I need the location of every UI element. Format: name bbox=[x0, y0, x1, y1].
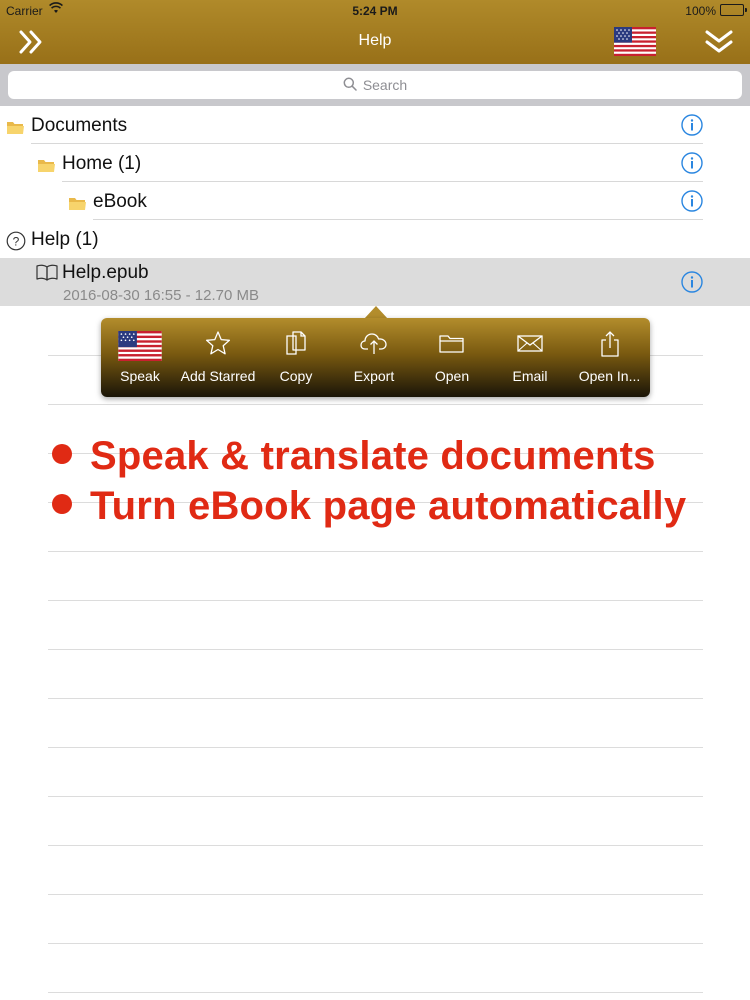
us-flag-icon bbox=[117, 331, 163, 366]
promo-line-1: Speak & translate documents bbox=[52, 434, 656, 479]
info-icon[interactable] bbox=[681, 152, 703, 174]
promo-line-2: Turn eBook page automatically bbox=[52, 484, 686, 529]
question-circle-icon: ? bbox=[6, 231, 26, 256]
email-button[interactable]: Email bbox=[491, 318, 569, 397]
cloud-upload-icon bbox=[360, 330, 388, 361]
export-label: Export bbox=[353, 368, 395, 384]
promo-text-1: Speak & translate documents bbox=[90, 434, 656, 478]
divider-line bbox=[48, 747, 703, 748]
battery-label: 100% bbox=[685, 4, 716, 18]
divider-line bbox=[48, 894, 703, 895]
row-label: Help (1) bbox=[31, 229, 99, 250]
open-in-label: Open In... bbox=[578, 368, 641, 384]
divider-line bbox=[48, 992, 703, 993]
file-name: Help.epub bbox=[62, 262, 149, 283]
email-label: Email bbox=[512, 368, 548, 384]
info-icon[interactable] bbox=[681, 190, 703, 212]
bullet-dot bbox=[52, 444, 72, 465]
open-in-button[interactable]: Open In... bbox=[569, 318, 650, 397]
list-item-home[interactable]: Home (1) bbox=[0, 144, 750, 182]
svg-text:?: ? bbox=[13, 235, 20, 249]
bullet-dot bbox=[52, 494, 72, 515]
file-meta: 2016-08-30 16:55 - 12.70 MB bbox=[63, 287, 259, 304]
header: Carrier 5:24 PM 100% Help bbox=[0, 0, 750, 64]
action-popover: Speak Add Starred Copy Export Open Email… bbox=[101, 318, 650, 397]
share-icon bbox=[597, 330, 623, 363]
star-icon bbox=[205, 330, 231, 361]
add-starred-button[interactable]: Add Starred bbox=[179, 318, 257, 397]
search-bar: Search bbox=[0, 64, 750, 106]
info-icon[interactable] bbox=[681, 271, 703, 293]
divider-line bbox=[48, 943, 703, 944]
row-label: Documents bbox=[31, 115, 128, 136]
divider-line bbox=[48, 649, 703, 650]
search-input[interactable]: Search bbox=[8, 71, 742, 99]
copy-icon bbox=[283, 330, 309, 361]
copy-label: Copy bbox=[279, 368, 313, 384]
divider-line bbox=[48, 796, 703, 797]
folder-open-icon bbox=[438, 330, 466, 361]
search-icon bbox=[343, 77, 357, 94]
status-bar: Carrier 5:24 PM 100% bbox=[0, 0, 750, 22]
speak-label: Speak bbox=[120, 368, 160, 384]
search-placeholder: Search bbox=[362, 77, 408, 93]
folder-icon bbox=[37, 157, 56, 178]
envelope-icon bbox=[516, 330, 544, 361]
double-chevron-down-icon[interactable] bbox=[704, 29, 734, 55]
divider-line bbox=[48, 698, 703, 699]
copy-button[interactable]: Copy bbox=[257, 318, 335, 397]
divider-line bbox=[48, 404, 703, 405]
row-label: eBook bbox=[93, 191, 147, 212]
add-starred-label: Add Starred bbox=[180, 368, 256, 384]
list-item-documents[interactable]: Documents bbox=[0, 106, 750, 144]
list-item-help-epub[interactable]: Help.epub 2016-08-30 16:55 - 12.70 MB bbox=[0, 258, 750, 306]
open-button[interactable]: Open bbox=[413, 318, 491, 397]
divider-line bbox=[48, 551, 703, 552]
promo-text-2: Turn eBook page automatically bbox=[90, 484, 687, 528]
list-item-ebook[interactable]: eBook bbox=[0, 182, 750, 220]
folder-icon bbox=[6, 119, 25, 140]
clock-label: 5:24 PM bbox=[352, 4, 398, 18]
book-icon bbox=[36, 264, 58, 286]
info-icon[interactable] bbox=[681, 114, 703, 136]
us-flag-icon[interactable] bbox=[614, 27, 656, 56]
export-button[interactable]: Export bbox=[335, 318, 413, 397]
open-label: Open bbox=[434, 368, 470, 384]
speak-button[interactable]: Speak bbox=[101, 318, 179, 397]
divider-line bbox=[48, 845, 703, 846]
row-label: Home (1) bbox=[62, 153, 142, 174]
folder-icon bbox=[68, 195, 87, 216]
list-item-help[interactable]: ? Help (1) bbox=[0, 220, 750, 258]
divider-line bbox=[48, 600, 703, 601]
battery-icon bbox=[720, 4, 747, 16]
